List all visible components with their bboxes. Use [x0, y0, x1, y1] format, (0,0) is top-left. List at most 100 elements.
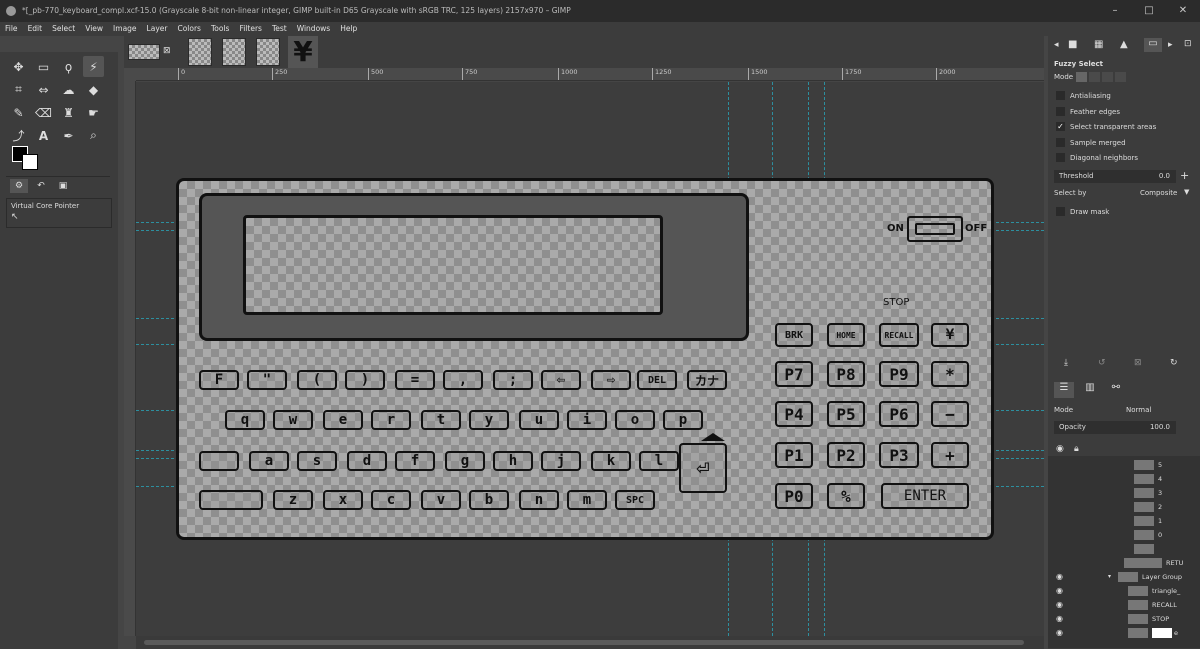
layer-item[interactable]: 4: [1048, 472, 1200, 486]
image-tab-yen[interactable]: ¥: [288, 36, 318, 68]
reset-options-icon[interactable]: ↻: [1170, 358, 1178, 368]
key-rparen: ): [345, 370, 385, 390]
layer-item[interactable]: 5: [1048, 458, 1200, 472]
draw-mask-option[interactable]: Draw mask: [1056, 207, 1109, 216]
key-m: m: [567, 490, 607, 510]
zoom-icon[interactable]: ⌕: [83, 125, 104, 146]
text-tool-icon[interactable]: A: [33, 125, 54, 146]
eraser-icon[interactable]: ⌫: [33, 102, 54, 123]
mode-replace-icon[interactable]: [1076, 72, 1087, 82]
draw-mask-checkbox[interactable]: [1056, 207, 1065, 216]
menu-select[interactable]: Select: [47, 22, 80, 36]
select-transparent-option[interactable]: ✓ Select transparent areas: [1056, 122, 1156, 131]
image-tab-2[interactable]: [188, 38, 212, 66]
menu-view[interactable]: View: [80, 22, 108, 36]
delete-options-icon[interactable]: ⊠: [1134, 358, 1142, 368]
tab-histogram-icon[interactable]: ▲: [1120, 39, 1128, 50]
menu-filters[interactable]: Filters: [234, 22, 266, 36]
tab-right-arrow-icon[interactable]: ▸: [1168, 40, 1173, 50]
layer-item[interactable]: [1048, 542, 1200, 556]
tab-pattern-icon[interactable]: ▦: [1094, 39, 1103, 50]
tab-stop-icon[interactable]: ■: [1068, 39, 1077, 50]
paintbrush-icon[interactable]: ✎: [8, 102, 29, 123]
diagonal-neighbors-checkbox[interactable]: [1056, 153, 1065, 162]
layer-item[interactable]: 1: [1048, 514, 1200, 528]
layer-item[interactable]: ◉ RECALL: [1048, 598, 1200, 612]
key-p2: P2: [827, 442, 865, 468]
menu-layer[interactable]: Layer: [142, 22, 173, 36]
image-tab-4[interactable]: [256, 38, 280, 66]
tab-tool-options-icon[interactable]: ▭: [1144, 38, 1162, 52]
close-tab-icon[interactable]: ⊠: [163, 46, 171, 56]
menu-file[interactable]: File: [0, 22, 23, 36]
background-color-swatch[interactable]: [22, 154, 38, 170]
menu-tools[interactable]: Tools: [206, 22, 234, 36]
minimize-button[interactable]: –: [1098, 0, 1132, 22]
ruler-corner[interactable]: [124, 68, 136, 81]
undo-history-tab-icon[interactable]: ↶: [32, 179, 50, 193]
clone-icon[interactable]: ♜: [58, 102, 79, 123]
sample-merged-option[interactable]: Sample merged: [1056, 138, 1126, 147]
layers-tab-icon[interactable]: ☰: [1054, 382, 1074, 398]
menu-windows[interactable]: Windows: [292, 22, 335, 36]
fuzzy-select-icon[interactable]: ⚡: [83, 56, 104, 77]
layer-item[interactable]: ◉ triangle_: [1048, 584, 1200, 598]
mode-intersect-icon[interactable]: [1115, 72, 1126, 82]
paths-tab-icon[interactable]: ⚯: [1106, 382, 1126, 398]
select-by-dropdown[interactable]: Composite: [1140, 189, 1177, 197]
antialiasing-checkbox[interactable]: [1056, 91, 1065, 100]
mode-subtract-icon[interactable]: [1102, 72, 1113, 82]
layer-item[interactable]: ◉ STOP: [1048, 612, 1200, 626]
menu-edit[interactable]: Edit: [23, 22, 48, 36]
title-bar: *[_pb-770_keyboard_compl.xcf-15.0 (Grays…: [0, 0, 1200, 22]
layer-item[interactable]: 3: [1048, 486, 1200, 500]
dropdown-arrow-icon[interactable]: ▼: [1184, 188, 1189, 196]
threshold-slider[interactable]: Threshold 0.0: [1054, 170, 1176, 183]
antialiasing-option[interactable]: Antialiasing: [1056, 91, 1111, 100]
layer-item[interactable]: ◉ e: [1048, 626, 1200, 640]
images-tab-icon[interactable]: ▣: [54, 179, 72, 193]
image-tab-keyboard[interactable]: [128, 44, 160, 60]
menu-image[interactable]: Image: [108, 22, 142, 36]
color-picker-icon[interactable]: ✒: [58, 125, 79, 146]
paths-icon[interactable]: ⤴: [8, 125, 29, 146]
tab-left-arrow-icon[interactable]: ◂: [1054, 40, 1059, 50]
mode-add-icon[interactable]: [1089, 72, 1100, 82]
layer-mode-dropdown[interactable]: Normal: [1126, 406, 1151, 414]
image-tab-3[interactable]: [222, 38, 246, 66]
feather-edges-option[interactable]: Feather edges: [1056, 107, 1120, 116]
save-options-icon[interactable]: ⤓: [1064, 358, 1068, 368]
move-tool-icon[interactable]: ✥: [8, 56, 29, 77]
horizontal-scrollbar[interactable]: [136, 636, 1044, 649]
threshold-increment-icon[interactable]: +: [1180, 170, 1192, 183]
smudge-icon[interactable]: ☛: [83, 102, 104, 123]
menu-help[interactable]: Help: [335, 22, 362, 36]
eye-icon: ◉: [1056, 628, 1063, 637]
layer-item[interactable]: RETU: [1048, 556, 1200, 570]
sample-merged-checkbox[interactable]: [1056, 138, 1065, 147]
ruler-tick: 1000: [558, 68, 578, 80]
crop-icon[interactable]: ⌗: [8, 79, 29, 100]
layer-item[interactable]: 0: [1048, 528, 1200, 542]
rect-select-icon[interactable]: ▭: [33, 56, 54, 77]
canvas-area[interactable]: ON OFF STOP BRK HOME RECALL ¥ F " ( ) = …: [136, 82, 1044, 636]
select-transparent-checkbox[interactable]: ✓: [1056, 122, 1065, 131]
lasso-icon[interactable]: ϙ: [58, 56, 79, 77]
close-button[interactable]: ✕: [1166, 0, 1200, 22]
opacity-slider[interactable]: Opacity 100.0: [1054, 421, 1176, 434]
transform-icon[interactable]: ⇔: [33, 79, 54, 100]
channels-tab-icon[interactable]: ▥: [1080, 382, 1100, 398]
menu-colors[interactable]: Colors: [172, 22, 206, 36]
layer-item[interactable]: 2: [1048, 500, 1200, 514]
warp-icon[interactable]: ☁: [58, 79, 79, 100]
tool-options-tab-icon[interactable]: ⚙: [10, 179, 28, 193]
diagonal-neighbors-option[interactable]: Diagonal neighbors: [1056, 153, 1138, 162]
menu-test[interactable]: Test: [267, 22, 292, 36]
layer-group[interactable]: ◉ ▾ Layer Group: [1048, 570, 1200, 584]
layers-list[interactable]: 5 4 3 2 1 0 RETU ◉ ▾ Layer Group ◉ triangle…: [1048, 456, 1200, 648]
feather-edges-checkbox[interactable]: [1056, 107, 1065, 116]
restore-options-icon[interactable]: ↺: [1098, 358, 1106, 368]
maximize-button[interactable]: □: [1132, 0, 1166, 22]
bucket-fill-icon[interactable]: ◆: [83, 79, 104, 100]
tab-menu-icon[interactable]: ⊡: [1184, 39, 1192, 49]
